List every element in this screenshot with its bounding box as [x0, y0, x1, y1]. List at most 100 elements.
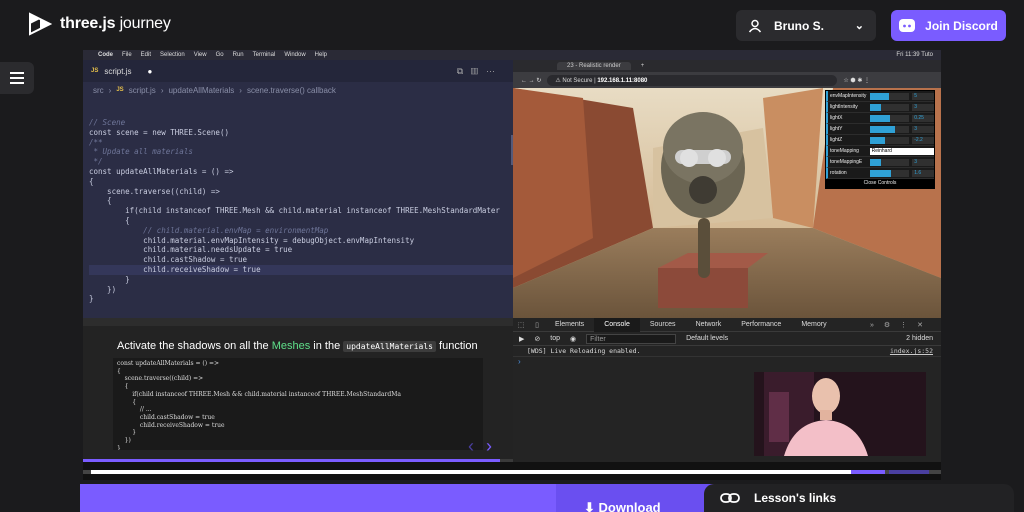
slide-nav: ‹ ›: [468, 436, 492, 457]
slide-code-line: const updateAllMaterials = () =>: [117, 360, 220, 367]
chevron-down-icon: ⌄: [854, 20, 864, 32]
code-line: * Update all materials: [89, 147, 193, 157]
new-tab-icon: +: [640, 63, 645, 69]
tab-performance[interactable]: Performance: [731, 318, 791, 332]
gui-slider-row[interactable]: lightZ -2.2: [826, 135, 934, 146]
console-filter-input[interactable]: Filter: [586, 333, 677, 344]
slide-progress: [83, 459, 513, 462]
code-line: {: [89, 176, 94, 186]
gui-label: lightIntensity: [830, 104, 858, 110]
log-source-link[interactable]: index.js:52: [890, 347, 933, 355]
gui-slider-row[interactable]: lightY 3: [826, 124, 934, 135]
eye-icon[interactable]: ◉: [570, 335, 576, 343]
mac-app-name: Code: [98, 52, 113, 58]
user-menu-button[interactable]: Bruno S. ⌄: [736, 10, 876, 41]
hamburger-menu-button[interactable]: [0, 62, 34, 94]
code-line: {: [89, 196, 112, 206]
video-progress-segment: [851, 470, 885, 474]
gui-slider[interactable]: [869, 103, 910, 111]
gui-slider[interactable]: [869, 136, 910, 144]
device-toggle-icon[interactable]: ▯: [529, 321, 545, 329]
gui-slider-row[interactable]: lightIntensity 3: [826, 102, 934, 113]
devtools-menu-icons[interactable]: »⚙⋮✕: [870, 321, 941, 329]
browser-extensions-icon: ☆ ⬢ ✱ ⋮: [843, 77, 871, 84]
gui-value[interactable]: 3: [912, 103, 934, 111]
debug-gui-panel[interactable]: envMapIntensity 5 lightIntensity 3 lightX 0.2…: [825, 90, 935, 189]
gui-tone-mapping-row[interactable]: toneMapping Reinhard: [826, 146, 934, 157]
gui-value[interactable]: 5: [912, 92, 934, 100]
slide-code-block: const updateAllMaterials = () =>{ scene.…: [113, 358, 483, 450]
gui-slider[interactable]: [869, 169, 910, 177]
gui-slider[interactable]: [869, 158, 910, 166]
code-line: child.material.needsUpdate = true: [89, 245, 293, 255]
mac-menu-bar: Code File Edit Selection View Go Run Ter…: [83, 50, 941, 60]
gui-slider-row[interactable]: envMapIntensity 5: [826, 91, 934, 102]
console-log-line: [WDS] Live Reloading enabled. index.js:5…: [513, 346, 941, 357]
discord-icon: [899, 19, 916, 32]
slide-code-line: }: [117, 429, 137, 437]
clear-console-icon[interactable]: ⊘: [534, 335, 540, 343]
tab-console[interactable]: Console: [594, 317, 640, 332]
browser-tab: 23 - Realistic render: [557, 62, 631, 70]
gui-value[interactable]: -2.2: [912, 136, 934, 144]
console-prompt[interactable]: ›: [513, 357, 941, 368]
3d-scene-render: envMapIntensity 5 lightIntensity 3 lightX 0.2…: [513, 88, 941, 318]
video-progress-buffer: [889, 470, 929, 474]
code-line: const scene = new THREE.Scene(): [89, 127, 229, 137]
slide-code-line: }): [117, 437, 131, 445]
gui-slider[interactable]: [869, 92, 910, 100]
join-discord-button[interactable]: Join Discord: [891, 10, 1006, 41]
browser-window: 23 - Realistic render + ← → ↻ ⚠ Not Secu…: [513, 60, 941, 318]
gui-value[interactable]: 3: [912, 125, 934, 133]
code-area: // Scene const scene = new THREE.Scene() /…: [89, 118, 513, 304]
browser-tab-bar: 23 - Realistic render +: [513, 60, 941, 72]
brand-name: three.js journey: [60, 15, 171, 32]
tab-memory[interactable]: Memory: [791, 318, 836, 332]
slide-code-line: // ...: [117, 406, 152, 414]
code-line: // child.material.envMap = environmentMa…: [89, 225, 329, 235]
discord-label: Join Discord: [925, 18, 998, 33]
sidebar-toggle-icon[interactable]: ▶: [519, 335, 524, 343]
lessons-links-button[interactable]: Lesson's links: [704, 484, 1014, 512]
prev-slide-icon[interactable]: ‹: [468, 436, 474, 456]
code-line: {: [89, 215, 130, 225]
code-line: if(child instanceof THREE.Mesh && child.…: [89, 206, 500, 216]
lesson-video[interactable]: Code File Edit Selection View Go Run Ter…: [83, 50, 941, 480]
code-line: }: [89, 294, 94, 304]
slide-code-line: scene.traverse((child) =>: [117, 375, 204, 383]
js-file-icon: JS: [91, 68, 99, 74]
log-levels-select[interactable]: Default levels: [686, 335, 728, 342]
gui-value[interactable]: 1.6: [912, 169, 934, 177]
code-line: // Scene: [89, 118, 126, 127]
tab-elements[interactable]: Elements: [545, 318, 594, 332]
devtools-panel: ⬚ ▯ Elements Console Sources Network Per…: [513, 317, 941, 462]
user-name: Bruno S.: [774, 18, 824, 33]
slide-window-bar: [83, 318, 513, 326]
gui-slider[interactable]: [869, 125, 910, 133]
next-slide-icon[interactable]: ›: [486, 436, 492, 456]
link-icon: [720, 493, 740, 503]
mac-clock: Fri 11:39 Tuto: [896, 52, 933, 58]
user-icon: [748, 19, 762, 32]
gui-slider-row[interactable]: lightX 0.25: [826, 113, 934, 124]
inspect-icon[interactable]: ⬚: [513, 321, 529, 329]
gui-label: lightY: [830, 126, 843, 132]
close-controls-button[interactable]: Close Controls: [826, 179, 934, 188]
code-line: child.receiveShadow = true: [89, 264, 513, 275]
browser-url-bar: ← → ↻ ⚠ Not Secure | 192.168.1.11:8080 ☆…: [513, 72, 941, 88]
slide-code-line: }: [117, 444, 121, 450]
gui-value[interactable]: 3: [912, 158, 934, 166]
tab-network[interactable]: Network: [686, 318, 732, 332]
gui-slider-row[interactable]: rotation 1.6: [826, 168, 934, 179]
gui-slider-row[interactable]: toneMappingE 3: [826, 157, 934, 168]
slide-code-line: if(child instanceof THREE.Mesh && child.…: [117, 390, 401, 398]
gui-label: toneMapping: [830, 148, 859, 154]
gui-value[interactable]: 0.25: [912, 114, 934, 122]
tone-mapping-select[interactable]: Reinhard: [869, 147, 934, 155]
gui-slider[interactable]: [869, 114, 910, 122]
context-select[interactable]: top: [550, 335, 560, 342]
tab-sources[interactable]: Sources: [640, 318, 686, 332]
gui-label: lightX: [830, 115, 843, 121]
video-progress-bar[interactable]: [83, 470, 941, 474]
logo[interactable]: three.js journey: [28, 12, 171, 36]
